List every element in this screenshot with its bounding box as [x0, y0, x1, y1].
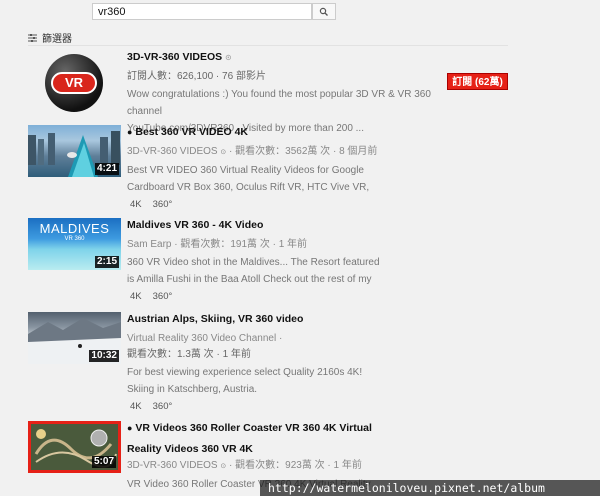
channel-avatar[interactable]: VR — [45, 54, 103, 112]
upload-age: 1 年前 — [278, 239, 308, 250]
video-thumbnail[interactable]: 10:32 — [28, 312, 121, 364]
video-thumbnail[interactable]: 5:07 — [28, 421, 121, 473]
upload-age: 1 年前 — [333, 460, 362, 471]
video-meta: 3D-VR-360 VIDEOS ⊙ · 觀看次數：3562萬 次 · 8 個月… — [127, 146, 378, 157]
channel-name-text: 3D-VR-360 VIDEOS — [127, 51, 223, 63]
live-dot: ● — [127, 127, 133, 137]
channel-name-text: Virtual Reality 360 Video Channel — [127, 333, 277, 344]
subscribe-button[interactable]: 訂閱 (62萬) — [447, 73, 508, 90]
video-desc-line2: is Amilla Fushi in the Baa Atoll Check o… — [127, 274, 372, 285]
video-count: 76 部影片 — [222, 71, 266, 82]
tag-list: 4K 360° — [127, 400, 462, 414]
vr-logo-text: VR — [64, 75, 84, 90]
channel-result[interactable]: VR 3D-VR-360 VIDEOS ⊙ 訂閱人數：626,100 · 76 … — [28, 50, 508, 134]
live-dot: ● — [127, 423, 133, 433]
channel-link[interactable]: Virtual Reality 360 Video Channel · — [127, 331, 462, 347]
video-meta: 觀看次數：1.3萬 次 · 1 年前 — [127, 349, 251, 360]
search-icon — [319, 7, 328, 16]
tag-4k: 4K — [130, 199, 142, 210]
tag-4k: 4K — [130, 401, 142, 412]
verified-icon: ⊙ — [225, 53, 232, 62]
channel-link[interactable]: Sam Earp — [127, 239, 171, 250]
search-input[interactable]: vr360 — [92, 3, 312, 20]
channel-stats: 訂閱人數：626,100 · 76 部影片 — [127, 71, 266, 82]
video-title-line2: Reality Videos 360 VR 4K — [127, 443, 253, 455]
divider — [28, 45, 508, 46]
top-bar: vr360 — [0, 0, 600, 24]
subscriber-count: 訂閱人數：626,100 — [127, 71, 214, 82]
upload-age: 1 年前 — [222, 349, 251, 360]
tag-360: 360° — [152, 291, 173, 302]
video-result[interactable]: MALDIVES VR 360 2:15 Maldives VR 360 - 4… — [28, 218, 508, 308]
thumbnail-title: MALDIVES — [39, 221, 110, 236]
tag-list: 4K 360° — [127, 290, 462, 304]
video-thumbnail[interactable]: MALDIVES VR 360 2:15 — [28, 218, 121, 270]
channel-name[interactable]: 3D-VR-360 VIDEOS ⊙ — [127, 50, 467, 65]
video-title[interactable]: Austrian Alps, Skiing, VR 360 video — [127, 312, 462, 327]
video-title[interactable]: ● VR Videos 360 Roller Coaster VR 360 4K… — [127, 421, 462, 436]
vr-logo-icon: VR — [51, 72, 97, 94]
channel-link[interactable]: 3D-VR-360 VIDEOS — [127, 460, 218, 471]
video-duration: 10:32 — [89, 350, 119, 362]
view-count: 觀看次數：923萬 次 — [235, 460, 325, 471]
video-desc-line2: Cardboard VR Box 360, Oculus Rift VR, HT… — [127, 182, 370, 193]
verified-icon: ⊙ — [220, 149, 227, 156]
filter-icon — [28, 33, 37, 42]
search-button[interactable] — [312, 3, 336, 20]
channel-desc-line1: Wow congratulations :) You found the mos… — [127, 89, 431, 117]
video-title[interactable]: Maldives VR 360 - 4K Video — [127, 218, 462, 233]
video-duration: 5:07 — [91, 456, 116, 468]
verified-icon: ⊙ — [220, 463, 227, 470]
watermark-text: http://watermeloniloveu.pixnet.net/album — [260, 480, 600, 496]
view-count: 觀看次數：3562萬 次 — [235, 146, 331, 157]
video-duration: 2:15 — [94, 256, 119, 268]
tag-list: 4K 360° — [127, 198, 462, 212]
filter-label: 篩選器 — [42, 34, 72, 45]
video-result[interactable]: 10:32 Austrian Alps, Skiing, VR 360 vide… — [28, 312, 508, 412]
tag-360: 360° — [152, 199, 173, 210]
video-title-text: Best 360 VR VIDEO 4K — [135, 126, 248, 138]
thumbnail-subtitle: VR 360 — [64, 236, 85, 242]
video-title[interactable]: ● Best 360 VR VIDEO 4K — [127, 125, 462, 140]
video-result[interactable]: 4:21 ● Best 360 VR VIDEO 4K 3D-VR-360 VI… — [28, 125, 508, 215]
channel-link[interactable]: 3D-VR-360 VIDEOS — [127, 146, 218, 157]
video-meta: 3D-VR-360 VIDEOS ⊙ · 觀看次數：923萬 次 · 1 年前 — [127, 460, 362, 471]
tag-4k: 4K — [130, 291, 142, 302]
view-count: 觀看次數：1.3萬 次 — [127, 349, 214, 360]
video-desc-line2: Skiing in Katschberg, Austria. — [127, 384, 258, 395]
video-duration: 4:21 — [94, 163, 119, 175]
view-count: 觀看次數：191萬 次 — [180, 239, 270, 250]
upload-age: 8 個月前 — [339, 146, 378, 157]
tag-360: 360° — [152, 401, 173, 412]
video-meta: Sam Earp · 觀看次數：191萬 次 · 1 年前 — [127, 239, 308, 250]
filter-button[interactable]: 篩選器 — [28, 30, 72, 45]
video-thumbnail[interactable]: 4:21 — [28, 125, 121, 177]
video-desc-line1: For best viewing experience select Quali… — [127, 367, 363, 378]
video-title-text: VR Videos 360 Roller Coaster VR 360 4K V… — [135, 422, 372, 434]
video-desc-line1: 360 VR Video shot in the Maldives... The… — [127, 257, 380, 268]
video-desc-line1: Best VR VIDEO 360 Virtual Reality Videos… — [127, 165, 364, 176]
